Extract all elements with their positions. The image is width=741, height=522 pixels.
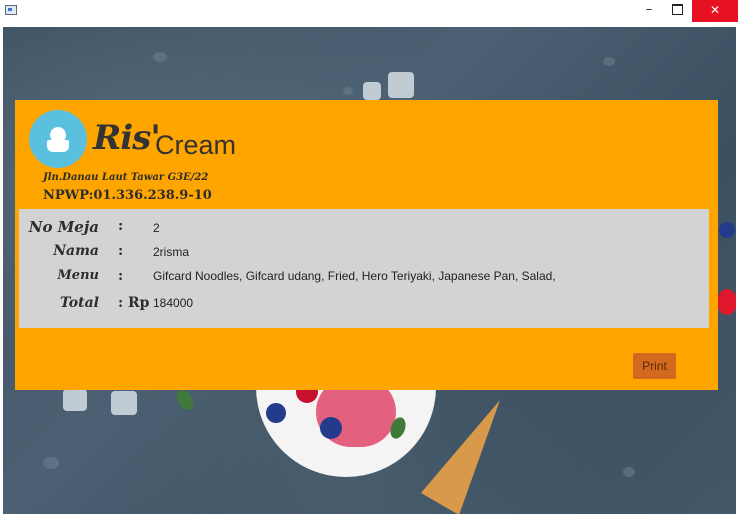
no-meja-label: No Meja (28, 218, 99, 236)
store-address: Jln.Danau Laut Tawar G3E/22 (43, 172, 209, 183)
ice-cream-bowl-image (256, 377, 436, 497)
maximize-icon (671, 4, 683, 15)
menu-colon: : (118, 268, 124, 284)
nama-label: Nama (53, 243, 99, 259)
no-meja-value: 2 (153, 221, 160, 235)
row-menu: Menu : Gifcard Noodles, Gifcard udang, F… (19, 268, 709, 288)
print-button[interactable]: Print (633, 353, 676, 379)
maximize-button[interactable] (663, 0, 691, 22)
row-nama: Nama : 2risma (19, 243, 709, 263)
brand-name-cream: Cream (155, 130, 237, 160)
total-colon: : Rp (118, 295, 150, 311)
row-no-meja: No Meja : 2 (19, 218, 709, 238)
menu-value: Gifcard Noodles, Gifcard udang, Fried, H… (153, 269, 556, 283)
row-total: Total : Rp 184000 (19, 295, 709, 315)
ice-cream-cup-icon (29, 110, 87, 168)
store-npwp: NPWP:01.336.238.9-10 (43, 188, 212, 203)
brand-name-ris: Ris' (93, 118, 161, 158)
minimize-button[interactable]: – (635, 0, 663, 22)
app-window-icon (5, 5, 17, 15)
nama-colon: : (118, 243, 124, 259)
window-titlebar: – ✕ (0, 0, 741, 22)
no-meja-colon: : (118, 218, 124, 234)
menu-label: Menu (57, 268, 99, 283)
total-value: 184000 (153, 296, 194, 310)
close-button[interactable]: ✕ (692, 0, 738, 22)
total-label: Total (59, 295, 99, 311)
order-details: No Meja : 2 Nama : 2risma Menu : Gifcard… (19, 209, 709, 328)
receipt-panel: Ris' Cream Jln.Danau Laut Tawar G3E/22 N… (15, 100, 718, 390)
nama-value: 2risma (153, 245, 190, 259)
